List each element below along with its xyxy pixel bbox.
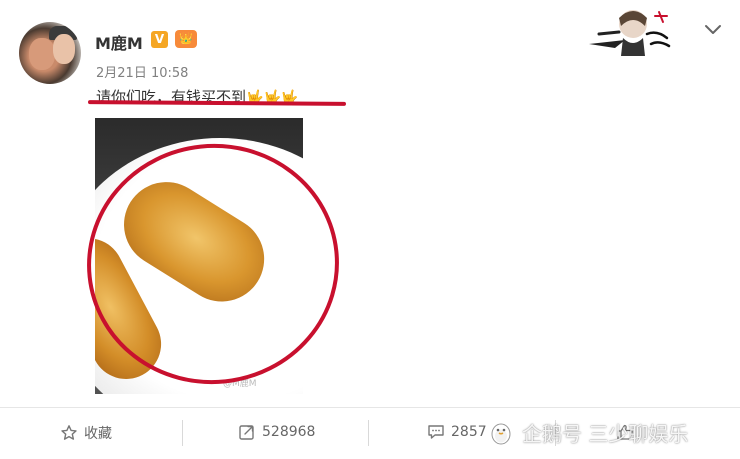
avatar-face — [53, 34, 75, 64]
crown-badge-icon: 👑 — [175, 30, 197, 48]
comment-count: 2857 — [451, 424, 487, 440]
repost-icon — [239, 425, 254, 440]
red-circle-annotation — [87, 143, 339, 385]
comment-icon — [428, 425, 444, 439]
post-timestamp[interactable]: 2月21日 10:58 — [96, 62, 188, 81]
platform-watermark: 企鹅号 三少聊娱乐 — [488, 418, 688, 447]
verified-badge-icon: V — [151, 31, 168, 48]
chevron-down-icon[interactable] — [703, 22, 723, 38]
action-separator — [368, 420, 369, 446]
penguin-icon — [491, 423, 511, 444]
avatar-face — [29, 38, 55, 70]
action-separator — [182, 420, 183, 446]
repost-count: 528968 — [262, 424, 316, 440]
repost-button[interactable]: 528968 — [238, 423, 315, 441]
avatar[interactable] — [19, 22, 81, 84]
collect-label: 收藏 — [84, 426, 112, 442]
watermark-text: 企鹅号 三少聊娱乐 — [522, 422, 689, 446]
collect-button[interactable]: 收藏 — [60, 423, 112, 443]
comment-button[interactable]: 2857 — [427, 423, 487, 441]
action-bar-divider — [0, 407, 740, 408]
username[interactable]: M鹿M — [95, 30, 143, 54]
brand-logo — [589, 10, 671, 56]
star-icon — [61, 425, 77, 440]
